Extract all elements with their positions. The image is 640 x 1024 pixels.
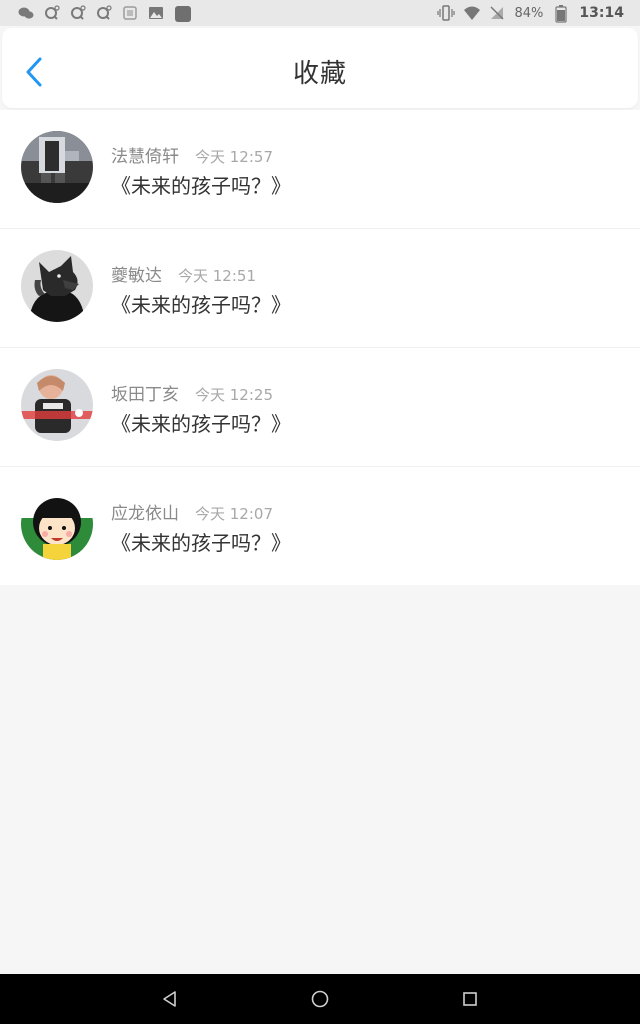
avatar [21, 131, 93, 203]
item-content: 《未来的孩子吗？》 [111, 174, 291, 198]
screen: 84% 13:14 收藏 法慧倚轩 今天 12:57 《未来的孩子吗？》 夔敏达… [0, 0, 640, 1024]
list-item[interactable]: 应龙依山 今天 12:07 《未来的孩子吗？》 [0, 467, 640, 585]
back-nav-button[interactable] [158, 987, 182, 1011]
header: 收藏 [2, 28, 638, 108]
item-name: 法慧倚轩 [111, 147, 179, 167]
page-title: 收藏 [292, 59, 347, 89]
item-name: 应龙依山 [111, 504, 179, 524]
wechat-icon [18, 5, 34, 21]
recents-nav-button[interactable] [458, 987, 482, 1011]
square-recents-icon [463, 992, 477, 1006]
item-content: 《未来的孩子吗？》 [111, 531, 291, 555]
item-time: 今天 12:25 [195, 386, 273, 404]
battery-icon [553, 5, 569, 23]
status-bar: 84% 13:14 [0, 0, 640, 26]
item-meta: 法慧倚轩 今天 12:57 [111, 142, 273, 167]
item-time: 今天 12:57 [195, 148, 273, 166]
battery-percent: 84% [514, 5, 544, 21]
status-time: 13:14 [579, 5, 624, 21]
item-meta: 坂田丁亥 今天 12:25 [111, 380, 273, 405]
triangle-back-icon [163, 991, 176, 1007]
app-square-icon [174, 5, 191, 22]
item-time: 今天 12:07 [195, 505, 273, 523]
item-content: 《未来的孩子吗？》 [111, 293, 291, 317]
item-time: 今天 12:51 [178, 267, 256, 285]
search-q-icon [96, 5, 112, 21]
vibrate-icon [436, 5, 455, 21]
avatar [21, 369, 93, 441]
avatar [21, 250, 93, 322]
status-right: 84% 13:14 [436, 5, 624, 23]
item-content: 《未来的孩子吗？》 [111, 412, 291, 436]
item-meta: 应龙依山 今天 12:07 [111, 499, 273, 524]
favorites-list: 法慧倚轩 今天 12:57 《未来的孩子吗？》 夔敏达 今天 12:51 《未来… [0, 110, 640, 585]
wifi-icon [463, 5, 480, 21]
status-left [18, 5, 191, 22]
item-name: 坂田丁亥 [111, 385, 179, 405]
avatar [21, 488, 93, 560]
no-signal-icon [489, 5, 505, 21]
home-nav-button[interactable] [308, 987, 332, 1011]
search-q-icon [44, 5, 60, 21]
item-meta: 夔敏达 今天 12:51 [111, 261, 256, 286]
list-item[interactable]: 夔敏达 今天 12:51 《未来的孩子吗？》 [0, 229, 640, 348]
circle-home-icon [311, 990, 329, 1008]
notification-box-icon [122, 5, 138, 21]
list-item[interactable]: 坂田丁亥 今天 12:25 《未来的孩子吗？》 [0, 348, 640, 467]
navigation-bar [0, 974, 640, 1024]
item-name: 夔敏达 [111, 266, 162, 286]
list-item[interactable]: 法慧倚轩 今天 12:57 《未来的孩子吗？》 [0, 110, 640, 229]
search-q-icon [70, 5, 86, 21]
image-icon [148, 5, 164, 21]
